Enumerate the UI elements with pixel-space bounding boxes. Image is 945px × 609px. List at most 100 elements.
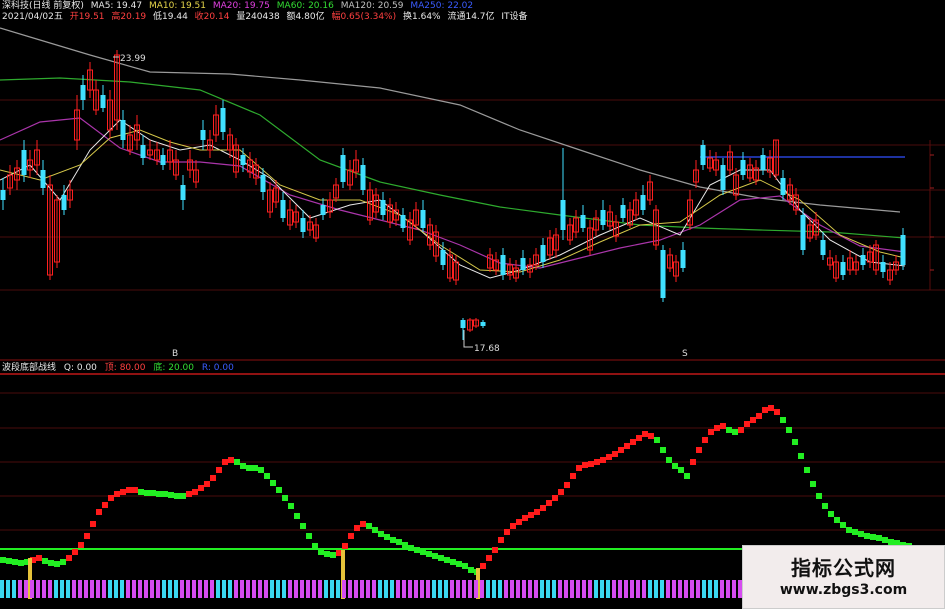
signal-bar: [240, 580, 244, 598]
indicator-down-step: [390, 537, 396, 543]
candle: [780, 170, 786, 200]
indicator-down-step: [18, 560, 24, 566]
indicator-up-step: [744, 421, 750, 427]
candle: [187, 150, 193, 178]
indicator-up-step: [210, 475, 216, 481]
indicator-down-step: [780, 417, 786, 423]
indicator-down-step: [444, 557, 450, 563]
indicator-down-step: [858, 531, 864, 537]
indicator-down-step: [666, 457, 672, 463]
signal-bar: [564, 580, 568, 598]
candle: [213, 105, 219, 142]
signal-bar: [54, 580, 58, 598]
signal-bar: [384, 580, 388, 598]
candle-body: [180, 185, 186, 200]
watermark-logo: 指标公式网 www.zbgs3.com: [742, 545, 945, 609]
signal-bar: [528, 580, 532, 598]
candle: [693, 160, 699, 188]
signal-bar: [0, 580, 4, 598]
indicator-down-step: [798, 453, 804, 459]
indicator-down-step: [870, 534, 876, 540]
signal-bar: [492, 580, 496, 598]
candle: [207, 130, 213, 158]
candlestick-series: [0, 50, 906, 348]
stock-chart[interactable]: [0, 0, 945, 609]
signal-bar: [414, 580, 418, 598]
candle: [307, 215, 313, 236]
candle: [607, 205, 613, 230]
candle: [707, 150, 713, 172]
indicator-down-step: [48, 560, 54, 566]
indicator-down-step: [12, 559, 18, 565]
indicator-up-step: [750, 417, 756, 423]
indicator-down-step: [426, 551, 432, 557]
signal-bar: [540, 580, 544, 598]
ma20-label: MA20: 19.75: [212, 1, 270, 11]
ma120-label: MA120: 20.59: [340, 1, 404, 11]
indicator-up-step: [132, 487, 138, 493]
signal-bar: [258, 580, 262, 598]
signal-bar: [408, 580, 412, 598]
quote-volume: 量240438: [236, 12, 280, 22]
candle-body: [200, 130, 206, 140]
quote-high: 高20.19: [111, 12, 147, 22]
indicator-down-step: [234, 459, 240, 465]
signal-bar: [234, 580, 238, 598]
candle: [573, 210, 579, 238]
candle-body: [21, 150, 27, 175]
signal-bar: [402, 580, 406, 598]
signal-bar: [330, 580, 334, 598]
indicator-down-step: [660, 447, 666, 453]
indicator-up-step: [66, 555, 72, 561]
candle-body: [160, 155, 166, 165]
ma10-label: MA10: 19.51: [148, 1, 206, 11]
signal-bar: [66, 580, 70, 598]
signal-bar: [636, 580, 640, 598]
signal-bar: [270, 580, 274, 598]
signal-bar: [516, 580, 520, 598]
signal-bar: [192, 580, 196, 598]
signal-bar: [360, 580, 364, 598]
low-pointer: [463, 330, 473, 348]
candle-body: [860, 255, 866, 265]
candle: [160, 148, 166, 170]
signal-bar: [648, 580, 652, 598]
candle: [660, 245, 666, 302]
indicator-down-step: [384, 534, 390, 540]
candle: [767, 150, 773, 178]
signal-bar: [312, 580, 316, 598]
candle-body: [420, 210, 426, 228]
signal-bar: [366, 580, 370, 598]
signal-bar: [588, 580, 592, 598]
indicator-down-step: [150, 490, 156, 496]
candle-body: [760, 155, 766, 170]
signal-bar: [264, 580, 268, 598]
signal-bar: [702, 580, 706, 598]
indicator-name[interactable]: 波段底部战线: [2, 363, 56, 373]
signal-bar: [504, 580, 508, 598]
indicator-down-step: [414, 547, 420, 553]
indicator-up-step: [126, 487, 132, 493]
indicator-up-step: [510, 523, 516, 529]
indicator-down-step: [42, 558, 48, 564]
indicator-extra: R: 0.00: [201, 363, 234, 373]
indicator-top: 顶: 80.00: [104, 363, 146, 373]
candle-body: [540, 245, 546, 262]
candle: [600, 200, 606, 230]
stock-title[interactable]: 深科技(日线 前复权): [2, 1, 84, 11]
signal-bar: [336, 580, 340, 598]
indicator-down-step: [138, 489, 144, 495]
candle: [233, 138, 239, 178]
signal-bar: [300, 580, 304, 598]
indicator-up-step: [546, 500, 552, 506]
indicator-up-step: [696, 447, 702, 453]
indicator-down-step: [180, 493, 186, 499]
candle-body: [280, 200, 286, 218]
candle-body: [520, 258, 526, 270]
candle: [713, 152, 719, 176]
signal-bar: [126, 580, 130, 598]
signal-bar: [108, 580, 112, 598]
indicator-down-step: [6, 558, 12, 564]
signal-bar: [84, 580, 88, 598]
ma60-label: MA60: 20.16: [276, 1, 334, 11]
